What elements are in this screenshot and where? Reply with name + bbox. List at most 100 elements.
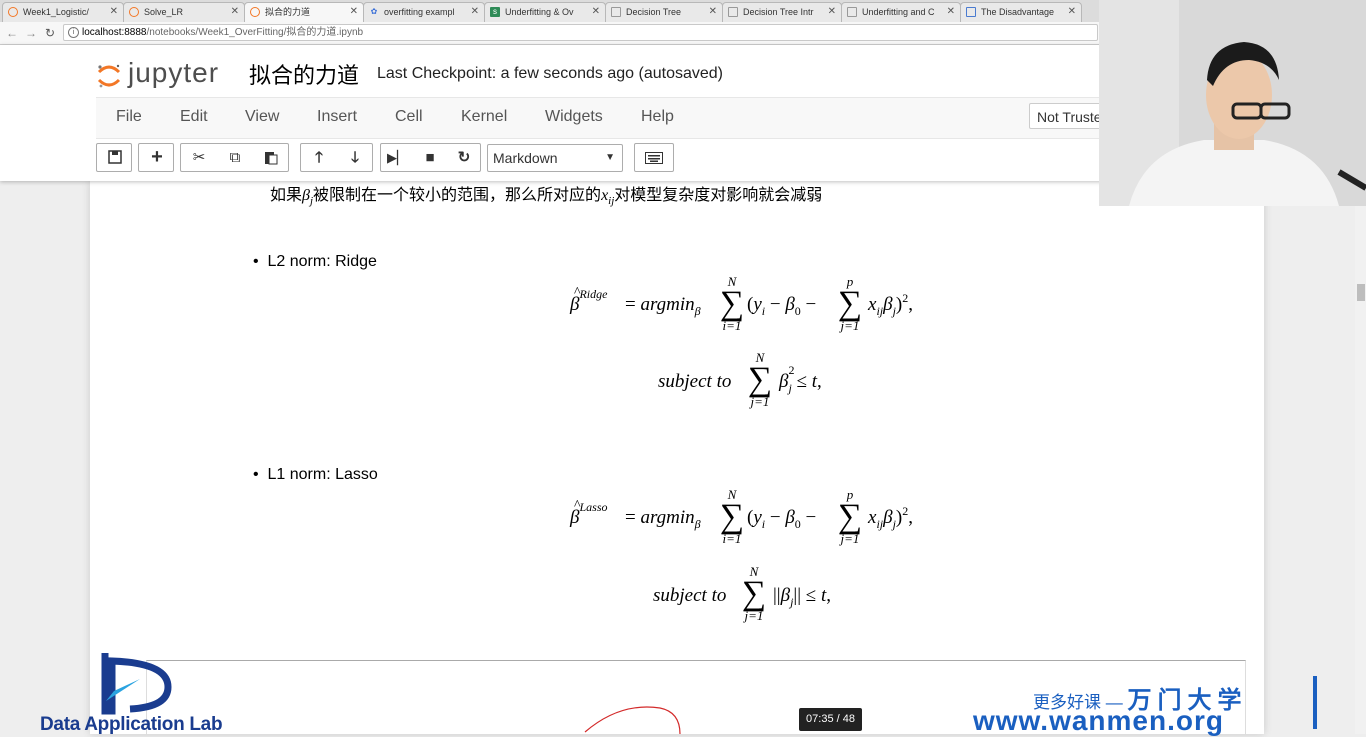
gear-icon: ✿ (370, 7, 378, 16)
move-button-group: 🡑 🡓 (300, 143, 373, 172)
sum-symbol: N ∑ j=1 (747, 350, 773, 409)
lasso-residual: (yi − β0 − (747, 507, 817, 531)
browser-tab-active[interactable]: 拟合的力道 ✕ (244, 2, 364, 23)
ridge-subject-to: subject to (658, 371, 732, 392)
close-icon[interactable]: ✕ (947, 3, 955, 21)
intro-text-mid: 被限制在一个较小的范围，那么所对应的 (313, 187, 602, 204)
notebook-title[interactable]: 拟合的力道 (249, 58, 359, 90)
browser-tab-disadvantages[interactable]: The Disadvantage ✕ (960, 2, 1082, 22)
browser-tab-underfitting-overfitting[interactable]: s Underfitting & Ov ✕ (484, 2, 606, 22)
close-icon[interactable]: ✕ (471, 3, 479, 21)
lasso-argmin: = argminβ (625, 507, 701, 531)
l1-label: L1 norm: Lasso (267, 466, 378, 483)
chevron-down-icon: ▼ (605, 152, 615, 163)
run-step-icon[interactable]: ▶▏ (381, 144, 413, 171)
scrollbar-track[interactable] (1355, 181, 1366, 734)
menu-insert[interactable]: Insert (317, 108, 357, 126)
back-icon[interactable]: ← (6, 25, 18, 41)
paste-icon[interactable] (253, 144, 289, 171)
sum-symbol: p ∑ j=1 (837, 487, 863, 546)
ridge-term: xijβj)2, (868, 291, 913, 318)
cell-type-value: Markdown (493, 150, 558, 166)
reload-icon[interactable]: ↻ (45, 25, 55, 41)
insert-cell-button[interactable]: + (138, 143, 174, 172)
tab-title: Underfitting & Ov (505, 7, 574, 17)
intro-text-pre: 如果 (270, 187, 303, 204)
save-icon (97, 144, 133, 171)
close-icon[interactable]: ✕ (709, 3, 717, 21)
tab-title: 拟合的力道 (265, 7, 311, 17)
menu-kernel[interactable]: Kernel (461, 108, 507, 126)
lasso-constraint: ||βj|| ≤ t, (773, 585, 831, 609)
close-icon[interactable]: ✕ (1068, 3, 1076, 21)
browser-tab-overfitting-example[interactable]: ✿ overfitting exampl ✕ (363, 2, 485, 22)
close-icon[interactable]: ✕ (110, 3, 118, 21)
browser-tab-decision-tree-intro[interactable]: Decision Tree Intr ✕ (722, 2, 842, 22)
ridge-constraint: β2j ≤ t, (779, 363, 822, 395)
sum-symbol: N ∑ i=1 (719, 274, 745, 333)
page-icon (847, 7, 857, 17)
keyboard-icon (635, 144, 673, 171)
tab-title: Decision Tree (626, 7, 682, 17)
copy-icon[interactable]: ⧉ (217, 144, 253, 171)
info-icon[interactable]: i (68, 27, 79, 38)
ridge-argmin: = argminβ (625, 294, 701, 318)
menu-cell[interactable]: Cell (395, 108, 423, 126)
browser-tab-solve-lr[interactable]: Solve_LR ✕ (123, 2, 245, 22)
menu-edit[interactable]: Edit (180, 108, 208, 126)
cell-type-select[interactable]: Markdown ▼ (487, 144, 623, 172)
close-icon[interactable]: ✕ (828, 3, 836, 21)
stop-icon[interactable]: ■ (413, 144, 447, 171)
intro-text-post: 对模型复杂度对影响就会减弱 (614, 187, 823, 204)
browser-tab-week1-logistic[interactable]: Week1_Logistic/ ✕ (2, 2, 124, 22)
close-icon[interactable]: ✕ (592, 3, 600, 21)
jupyter-icon (250, 7, 260, 17)
url-host: localhost:8888 (82, 27, 147, 38)
browser-tab-decision-tree[interactable]: Decision Tree ✕ (605, 2, 723, 22)
wanmen-url: www.wanmen.org (973, 705, 1224, 736)
data-application-lab-text: Data Application Lab (40, 714, 223, 735)
menu-file[interactable]: File (116, 108, 142, 126)
jupyter-icon (8, 7, 18, 17)
checkpoint-status: Last Checkpoint: a few seconds ago (auto… (377, 65, 723, 82)
lasso-beta-hat: ^ βLasso (570, 498, 608, 528)
url-field[interactable]: i localhost:8888/notebooks/Week1_OverFit… (63, 24, 1098, 41)
tab-title: Underfitting and C (862, 7, 935, 17)
lasso-subject-to: subject to (653, 585, 727, 606)
close-icon[interactable]: ✕ (231, 3, 239, 21)
browser-tab-underfitting-and[interactable]: Underfitting and C ✕ (841, 2, 961, 22)
menu-view[interactable]: View (245, 108, 279, 126)
bullet-l2: • L2 norm: Ridge (253, 253, 377, 270)
tab-title: The Disadvantage (981, 7, 1055, 17)
notebook-container: 如果βj被限制在一个较小的范围，那么所对应的xij对模型复杂度对影响就会减弱 •… (90, 181, 1264, 735)
bullet-l1: • L1 norm: Lasso (253, 466, 378, 483)
jupyter-logo[interactable]: jupyter (96, 55, 231, 95)
tab-title: Week1_Logistic/ (23, 7, 89, 17)
menu-help[interactable]: Help (641, 108, 674, 126)
edit-button-group: ✂ ⧉ (180, 143, 289, 172)
sum-symbol: N ∑ j=1 (741, 564, 767, 623)
l2-label: L2 norm: Ridge (267, 253, 377, 270)
url-path: /notebooks/Week1_OverFitting/拟合的力道.ipynb (146, 27, 364, 38)
restart-icon[interactable]: ↻ (447, 144, 481, 171)
arrow-down-icon[interactable]: 🡓 (337, 144, 373, 171)
jupyter-logo-icon (97, 64, 121, 88)
close-icon[interactable]: ✕ (350, 3, 358, 21)
tab-title: Decision Tree Intr (743, 7, 814, 17)
jupyter-logo-text: jupyter (128, 57, 220, 88)
pen-annotation-stroke (584, 706, 681, 734)
sum-symbol: p ∑ j=1 (837, 274, 863, 333)
math-x: xij (601, 187, 615, 207)
forward-icon[interactable]: → (25, 25, 37, 41)
tab-title: overfitting exampl (384, 7, 455, 17)
page-icon (611, 7, 621, 17)
lasso-term: xijβj)2, (868, 504, 913, 531)
menu-widgets[interactable]: Widgets (545, 108, 603, 126)
plus-icon: + (151, 146, 163, 168)
arrow-up-icon[interactable]: 🡑 (301, 144, 337, 171)
cut-icon[interactable]: ✂ (181, 144, 217, 171)
command-palette-button[interactable] (634, 143, 674, 172)
markdown-intro-line: 如果βj被限制在一个较小的范围，那么所对应的xij对模型复杂度对影响就会减弱 (270, 181, 823, 207)
scrollbar-thumb[interactable] (1357, 284, 1365, 301)
save-button[interactable] (96, 143, 132, 172)
